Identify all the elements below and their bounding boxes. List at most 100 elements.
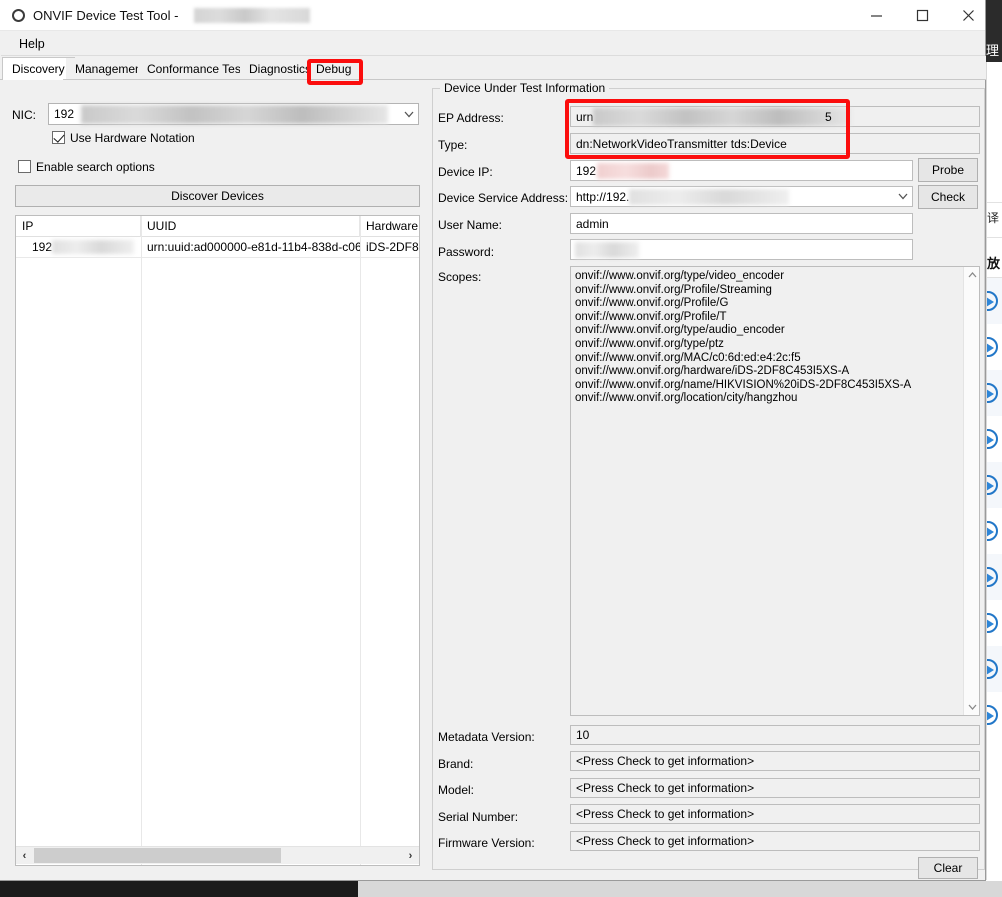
- metadata-version-value: 10: [576, 728, 590, 742]
- scopes-label: Scopes:: [438, 270, 482, 284]
- background-list-item: [987, 646, 1002, 692]
- background-list-item: [987, 416, 1002, 462]
- cell-ip-redacted: [52, 240, 134, 254]
- serial-number-label: Serial Number:: [438, 810, 519, 824]
- blue-play-circle-icon: [987, 291, 998, 311]
- table-column-divider: [360, 216, 361, 865]
- tab-conformance-test[interactable]: Conformance Test: [138, 58, 254, 80]
- scope-item[interactable]: onvif://www.onvif.org/name/HIKVISION%20i…: [575, 379, 953, 393]
- use-hardware-notation-checkbox[interactable]: [52, 131, 65, 144]
- scroll-right-arrow-icon[interactable]: ›: [402, 847, 419, 864]
- ep-address-label: EP Address:: [438, 111, 504, 125]
- tab-strip: Discovery Management Conformance Test Di…: [0, 56, 986, 80]
- scrollbar-thumb[interactable]: [34, 848, 281, 863]
- discover-devices-button[interactable]: Discover Devices: [15, 185, 420, 207]
- firmware-version-field[interactable]: <Press Check to get information>: [570, 831, 980, 851]
- clear-button[interactable]: Clear: [918, 857, 978, 879]
- window-title: ONVIF Device Test Tool -: [33, 8, 179, 23]
- serial-number-field[interactable]: <Press Check to get information>: [570, 804, 980, 824]
- blue-play-circle-icon: [987, 705, 998, 725]
- blue-play-circle-icon: [987, 383, 998, 403]
- ep-address-field[interactable]: urn 5: [570, 106, 980, 127]
- discovered-devices-table[interactable]: IP UUID Hardware 192 urn:uuid:ad000000-e…: [15, 215, 420, 866]
- ep-address-suffix: 5: [825, 110, 832, 124]
- use-hardware-notation-label: Use Hardware Notation: [70, 131, 195, 145]
- probe-button[interactable]: Probe: [918, 158, 978, 182]
- background-list-item: [987, 324, 1002, 370]
- scope-item[interactable]: onvif://www.onvif.org/type/audio_encoder: [575, 324, 953, 338]
- scroll-left-arrow-icon[interactable]: ‹: [16, 847, 33, 864]
- device-ip-value: 192: [576, 164, 597, 178]
- minimize-button[interactable]: [853, 0, 899, 30]
- table-row[interactable]: 192 urn:uuid:ad000000-e81d-11b4-838d-c06…: [16, 237, 419, 257]
- password-field[interactable]: [570, 239, 913, 260]
- scopes-list: onvif://www.onvif.org/type/video_encoder…: [575, 270, 953, 406]
- table-column-divider: [141, 216, 142, 865]
- scope-item[interactable]: onvif://www.onvif.org/location/city/hang…: [575, 392, 953, 406]
- blue-play-circle-icon: [987, 659, 998, 679]
- menu-bar: Help: [1, 31, 985, 56]
- scopes-listbox[interactable]: onvif://www.onvif.org/type/video_encoder…: [570, 266, 980, 716]
- close-button[interactable]: [945, 0, 991, 30]
- taskbar: [0, 881, 1002, 897]
- background-list-item: [987, 600, 1002, 646]
- firmware-version-value: <Press Check to get information>: [576, 834, 755, 848]
- ep-address-value: urn: [576, 110, 594, 124]
- background-cjk-text-1: 理: [986, 40, 1002, 62]
- blue-play-circle-icon: [987, 613, 998, 633]
- scope-item[interactable]: onvif://www.onvif.org/hardware/iDS-2DF8C…: [575, 365, 953, 379]
- scope-item[interactable]: onvif://www.onvif.org/Profile/T: [575, 311, 953, 325]
- device-ip-label: Device IP:: [438, 165, 493, 179]
- scroll-up-arrow-icon[interactable]: [964, 267, 979, 283]
- scope-item[interactable]: onvif://www.onvif.org/type/ptz: [575, 338, 953, 352]
- blue-play-circle-icon: [987, 429, 998, 449]
- table-row-divider: [16, 257, 419, 258]
- chevron-down-icon[interactable]: [400, 104, 418, 124]
- chevron-down-icon[interactable]: [894, 187, 911, 206]
- tab-debug[interactable]: Debug: [307, 58, 361, 80]
- type-field[interactable]: dn:NetworkVideoTransmitter tds:Device: [570, 133, 980, 154]
- enable-search-options-checkbox[interactable]: [18, 160, 31, 173]
- scope-item[interactable]: onvif://www.onvif.org/MAC/c0:6d:ed:e4:2c…: [575, 352, 953, 366]
- tab-underline: [0, 79, 986, 80]
- background-list-item: [987, 508, 1002, 554]
- column-header-hardware[interactable]: Hardware: [360, 216, 419, 237]
- brand-field[interactable]: <Press Check to get information>: [570, 751, 980, 771]
- blue-play-circle-icon: [987, 521, 998, 541]
- scope-item[interactable]: onvif://www.onvif.org/type/video_encoder: [575, 270, 953, 284]
- device-service-address-value: http://192.: [576, 190, 630, 204]
- scopes-vertical-scrollbar[interactable]: [963, 267, 979, 715]
- background-divider: [987, 202, 1002, 203]
- tab-discovery[interactable]: Discovery: [2, 57, 75, 80]
- device-ip-field[interactable]: 192: [570, 160, 913, 181]
- menu-item-help[interactable]: Help: [11, 35, 53, 53]
- device-service-address-redacted: [629, 189, 789, 205]
- blue-play-circle-icon: [987, 567, 998, 587]
- background-list-item: [987, 692, 1002, 738]
- maximize-button[interactable]: [899, 0, 945, 30]
- screen: 理 译 放 ONVIF Device Test Tool - Help Disc…: [0, 0, 1002, 897]
- serial-number-value: <Press Check to get information>: [576, 807, 755, 821]
- device-service-address-label: Device Service Address:: [438, 191, 569, 205]
- column-header-ip[interactable]: IP: [16, 216, 141, 237]
- nic-value: 192: [54, 107, 75, 121]
- scope-item[interactable]: onvif://www.onvif.org/Profile/Streaming: [575, 284, 953, 298]
- table-horizontal-scrollbar[interactable]: ‹ ›: [16, 846, 419, 864]
- scroll-down-arrow-icon[interactable]: [964, 699, 979, 715]
- scope-item[interactable]: onvif://www.onvif.org/Profile/G: [575, 297, 953, 311]
- model-field[interactable]: <Press Check to get information>: [570, 778, 980, 798]
- column-header-uuid[interactable]: UUID: [141, 216, 360, 237]
- device-service-address-combobox[interactable]: http://192.: [570, 186, 913, 207]
- nic-combobox[interactable]: 192: [48, 103, 419, 125]
- background-list-item: [987, 370, 1002, 416]
- type-value: dn:NetworkVideoTransmitter tds:Device: [576, 137, 787, 151]
- background-list-item: [987, 554, 1002, 600]
- onvif-circle-icon: [12, 9, 25, 22]
- title-bar: ONVIF Device Test Tool -: [0, 0, 985, 31]
- brand-label: Brand:: [438, 757, 474, 771]
- check-button[interactable]: Check: [918, 185, 978, 209]
- user-name-field[interactable]: admin: [570, 213, 913, 234]
- background-list-item: [987, 278, 1002, 324]
- password-redacted: [575, 242, 639, 258]
- metadata-version-field[interactable]: 10: [570, 725, 980, 745]
